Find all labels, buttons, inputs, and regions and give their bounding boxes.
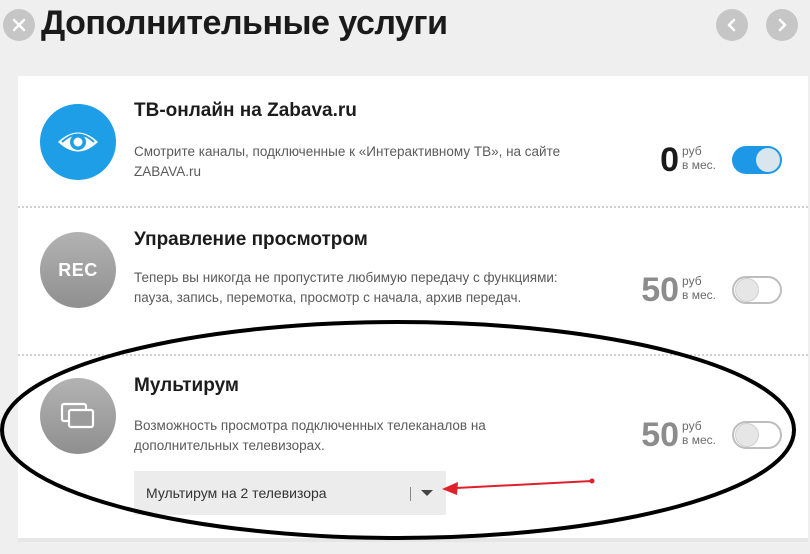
service-tv-online: ТВ-онлайн на Zabava.ru Смотрите каналы, … <box>18 76 808 206</box>
eye-icon <box>40 104 116 180</box>
service-toggle[interactable] <box>732 276 782 304</box>
price-unit: руб в мес. <box>682 144 716 172</box>
chevron-down-icon[interactable] <box>421 490 433 496</box>
service-title: Управление просмотром <box>134 229 368 250</box>
price-value: 0 <box>660 141 680 179</box>
service-toggle[interactable] <box>732 421 782 449</box>
service-toggle[interactable] <box>732 146 782 174</box>
price-period: в мес. <box>682 288 716 302</box>
service-price: 50 руб в мес. <box>641 273 716 307</box>
select-separator <box>410 487 411 501</box>
chevron-right-icon <box>778 18 787 32</box>
previous-button[interactable] <box>716 9 748 41</box>
service-price: 0 руб в мес. <box>660 143 716 177</box>
price-period: в мес. <box>682 433 716 447</box>
multiroom-select[interactable]: Мультирум на 2 телевизора <box>134 471 446 515</box>
price-currency: руб <box>682 274 702 288</box>
service-title: Мультирум <box>134 375 239 396</box>
chevron-left-icon <box>727 18 736 32</box>
next-button[interactable] <box>766 9 798 41</box>
price-value: 50 <box>641 416 680 454</box>
service-playback-control: REC Управление просмотром Теперь вы нико… <box>18 206 808 354</box>
service-price: 50 руб в мес. <box>641 418 716 452</box>
multiscreen-icon <box>40 378 116 454</box>
price-unit: руб в мес. <box>682 274 716 302</box>
toggle-knob <box>735 423 759 447</box>
price-value: 50 <box>641 271 680 309</box>
price-period: в мес. <box>682 158 716 172</box>
service-description: Теперь вы никогда не пропустите любимую … <box>134 270 558 305</box>
rec-icon: REC <box>40 232 116 308</box>
price-unit: руб в мес. <box>682 419 716 447</box>
toggle-knob <box>756 148 780 172</box>
service-description: Возможность просмотра подключенных телек… <box>134 418 486 453</box>
close-button[interactable] <box>3 9 35 41</box>
service-description: Смотрите каналы, подключенные к «Интерак… <box>134 144 561 179</box>
close-icon <box>12 18 26 32</box>
service-title: ТВ-онлайн на Zabava.ru <box>134 100 357 121</box>
services-card: ТВ-онлайн на Zabava.ru Смотрите каналы, … <box>18 76 808 542</box>
rec-icon-label: REC <box>58 259 98 280</box>
price-currency: руб <box>682 144 702 158</box>
toggle-knob <box>735 278 759 302</box>
page-title: Дополнительные услуги <box>41 4 448 42</box>
price-currency: руб <box>682 419 702 433</box>
select-value: Мультирум на 2 телевизора <box>146 485 327 501</box>
